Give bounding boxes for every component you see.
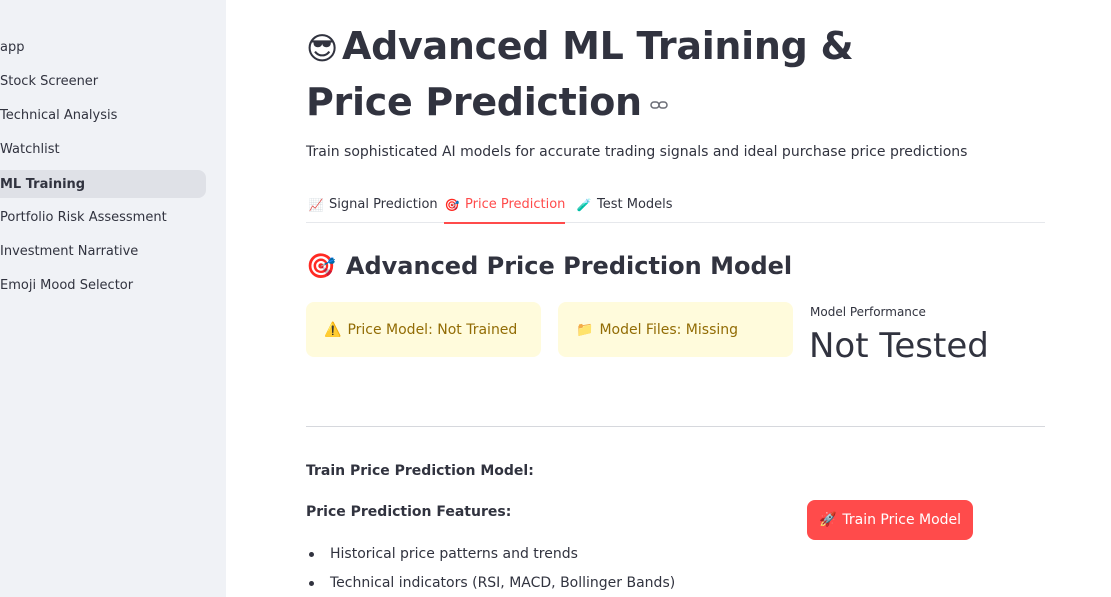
train-price-model-button[interactable]: 🚀 Train Price Model [807, 500, 973, 540]
sidebar-item-ml-training[interactable]: ML Training [0, 170, 206, 198]
page-subtitle: Train sophisticated AI models for accura… [306, 144, 968, 160]
metric-label: Model Performance [810, 305, 926, 319]
sidebar-item-technical-analysis[interactable]: Technical Analysis [0, 101, 206, 129]
sidebar-item-label: Emoji Mood Selector [0, 277, 134, 293]
target-icon: 🎯 [444, 197, 460, 212]
model-files-status-text: Model Files: Missing [599, 321, 739, 338]
features-heading: Price Prediction Features: [306, 504, 512, 520]
price-model-status-text: Price Model: Not Trained [347, 321, 518, 338]
tab-label: Signal Prediction [329, 197, 438, 212]
divider [306, 426, 1045, 427]
sidebar-item-watchlist[interactable]: Watchlist [0, 135, 206, 163]
sidebar-item-label: Stock Screener [0, 73, 99, 89]
link-icon[interactable] [650, 100, 668, 110]
section-heading: 🎯 Advanced Price Prediction Model [306, 252, 792, 280]
page-title: 😎 Advanced ML Training & Price Prediction [306, 20, 946, 129]
sidebar-item-label: Watchlist [0, 141, 60, 157]
tab-test-models[interactable]: 🧪 Test Models [576, 186, 673, 223]
section-heading-text: Advanced Price Prediction Model [345, 252, 793, 280]
sidebar-item-label: Portfolio Risk Assessment [0, 209, 167, 225]
features-list: Historical price patterns and trends Tec… [306, 540, 675, 597]
test-tube-icon: 🧪 [576, 197, 592, 212]
tab-bar: 📈 Signal Prediction 🎯 Price Prediction 🧪… [306, 186, 1045, 224]
sidebar-item-label: Investment Narrative [0, 243, 139, 259]
sidebar-item-investment-narrative[interactable]: Investment Narrative [0, 237, 206, 265]
warning-icon: ⚠️ [324, 321, 342, 338]
price-model-status-alert: ⚠️ Price Model: Not Trained [306, 302, 541, 357]
sidebar-item-portfolio-risk-assessment[interactable]: Portfolio Risk Assessment [0, 203, 206, 231]
smiling-face-sunglasses-icon: 😎 [306, 31, 339, 67]
sidebar-item-label: app [0, 39, 25, 55]
sidebar-item-label: ML Training [0, 176, 86, 192]
list-item: Historical price patterns and trends [306, 540, 675, 569]
sidebar: app Stock Screener Technical Analysis Wa… [0, 0, 226, 597]
page-title-text: Advanced ML Training & Price Prediction [306, 24, 854, 124]
list-item: Technical indicators (RSI, MACD, Bolling… [306, 569, 675, 597]
train-price-model-button-label: Train Price Model [842, 512, 962, 528]
tab-price-prediction[interactable]: 🎯 Price Prediction [444, 186, 566, 224]
target-icon: 🎯 [306, 252, 336, 280]
sidebar-item-app[interactable]: app [0, 33, 206, 61]
sidebar-item-label: Technical Analysis [0, 107, 118, 123]
chart-increasing-icon: 📈 [308, 197, 324, 212]
tab-label: Test Models [597, 197, 673, 212]
rocket-icon: 🚀 [818, 512, 837, 528]
main-content: 😎 Advanced ML Training & Price Prediction… [226, 0, 1111, 597]
folder-icon: 📁 [576, 321, 594, 338]
metric-value: Not Tested [809, 326, 989, 366]
tab-label: Price Prediction [465, 197, 566, 212]
sidebar-item-stock-screener[interactable]: Stock Screener [0, 67, 206, 95]
sidebar-item-emoji-mood-selector[interactable]: Emoji Mood Selector [0, 271, 206, 299]
tab-signal-prediction[interactable]: 📈 Signal Prediction [308, 186, 438, 223]
train-model-heading: Train Price Prediction Model: [306, 463, 534, 479]
model-files-status-alert: 📁 Model Files: Missing [558, 302, 793, 357]
